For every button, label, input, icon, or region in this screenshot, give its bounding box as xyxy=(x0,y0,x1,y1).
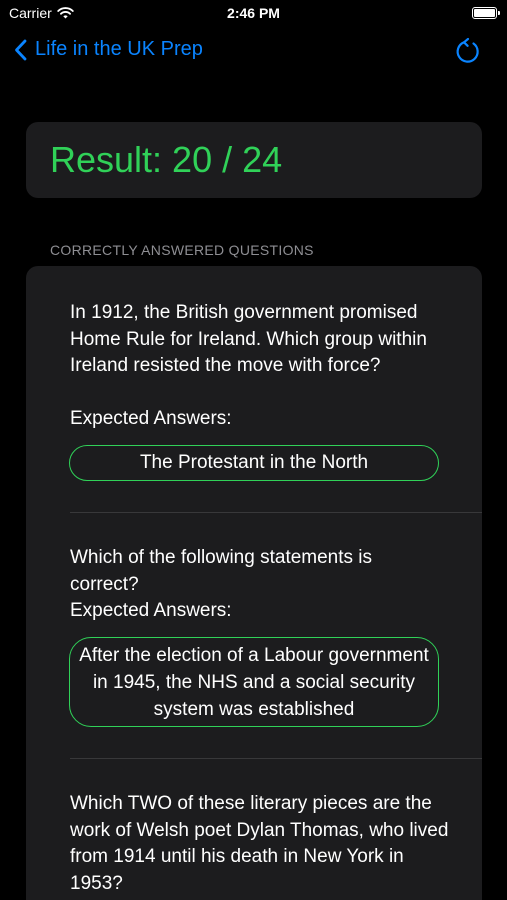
chevron-left-icon xyxy=(15,39,27,60)
result-score: Result: 20 / 24 xyxy=(50,139,283,180)
back-button-label: Life in the UK Prep xyxy=(35,38,203,60)
screen: Carrier 2:46 PM Life in the UK Prep Resu… xyxy=(0,0,507,900)
question-text: In 1912, the British government promised… xyxy=(70,302,427,376)
divider xyxy=(70,512,482,513)
expected-answers-label: Expected Answers: xyxy=(70,600,232,621)
refresh-icon[interactable] xyxy=(453,37,483,67)
question-text: Which TWO of these literary pieces are t… xyxy=(70,793,449,894)
battery-icon xyxy=(472,7,500,19)
section-header: CORRECTLY ANSWERED QUESTIONS xyxy=(50,242,314,258)
back-button[interactable]: Life in the UK Prep xyxy=(14,38,203,61)
result-card: Result: 20 / 24 xyxy=(26,122,482,198)
questions-list: In 1912, the British government promised… xyxy=(26,266,482,900)
status-time: 2:46 PM xyxy=(227,5,280,21)
answer-pill: The Protestant in the North xyxy=(69,445,439,481)
divider xyxy=(70,758,482,759)
question-text: Which of the following statements is cor… xyxy=(70,547,373,595)
answer-pill: After the election of a Labour governmen… xyxy=(69,637,439,727)
status-bar: Carrier 2:46 PM xyxy=(0,0,507,28)
expected-answers-label: Expected Answers: xyxy=(70,408,232,429)
